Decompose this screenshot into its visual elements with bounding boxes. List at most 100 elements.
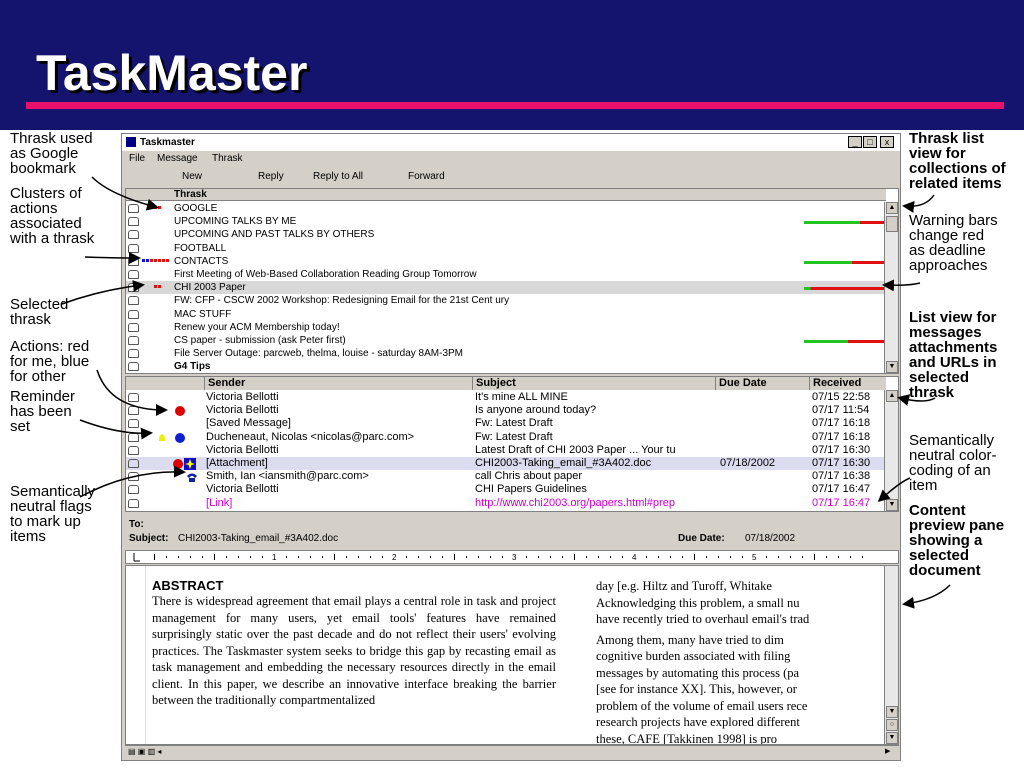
action-dot-icon: [150, 258, 153, 262]
thrask-row[interactable]: CHI 2003 Paper: [126, 281, 886, 295]
minimize-button[interactable]: _: [848, 136, 862, 148]
flag-phone-icon[interactable]: [186, 471, 198, 483]
received-cell: 07/17 16:18: [812, 430, 871, 443]
thrask-name: Renew your ACM Membership today!: [174, 321, 340, 333]
message-row[interactable]: [Attachment] CHI2003-Taking_email_#3A402.…: [126, 457, 886, 470]
sender-cell: [Saved Message]: [206, 417, 291, 430]
reminder-bell-icon[interactable]: [156, 432, 168, 444]
new-button[interactable]: New: [182, 171, 202, 182]
thrask-row[interactable]: Renew your ACM Membership today!: [126, 321, 886, 334]
thrask-list-pane: Thrask GOOGLE UPCOMING TALKS BY ME UPCOMIN…: [125, 188, 899, 374]
message-row[interactable]: Smith, Ian <iansmith@parc.com> call Chris…: [126, 470, 886, 483]
message-row[interactable]: Victoria Bellotti It's mine ALL MINE 07/15…: [126, 391, 886, 404]
document-preview[interactable]: ABSTRACT There is widespread agreement t…: [125, 565, 899, 745]
to-label: To:: [129, 519, 144, 530]
next-page-icon[interactable]: ▼: [886, 732, 898, 744]
due-date-cell: 07/18/2002: [720, 457, 776, 469]
subject-cell: Is anyone around today?: [475, 404, 597, 417]
annotation-list-view: Thrask list view for collections of rela…: [909, 130, 1006, 192]
col-received[interactable]: Received: [809, 377, 886, 390]
thrask-row[interactable]: CS paper - submission (ask Peter first): [126, 334, 886, 347]
action-dot-icon: [142, 258, 145, 262]
document-line: have recently tried to overhaul email's …: [596, 612, 810, 626]
scroll-thumb[interactable]: [886, 216, 898, 232]
maximize-button[interactable]: □: [863, 136, 877, 148]
message-row[interactable]: Victoria Bellotti CHI Papers Guidelines 07…: [126, 483, 886, 496]
forward-button[interactable]: Forward: [408, 171, 445, 182]
hscroll-right-icon[interactable]: ▶: [885, 747, 897, 758]
action-dot-icon: [166, 258, 169, 262]
reply-button[interactable]: Reply: [258, 171, 284, 182]
annotation-warning-bars: Warning bars change red as deadline appr…: [909, 212, 998, 274]
thrask-row[interactable]: GOOGLE: [126, 202, 886, 215]
arrow-preview: [902, 584, 951, 609]
envelope-icon: [128, 309, 139, 319]
menu-thrask[interactable]: Thrask: [212, 153, 243, 164]
col-subject[interactable]: Subject: [472, 377, 715, 390]
thrask-name: First Meeting of Web-Based Collaboration…: [174, 269, 477, 280]
menu-file[interactable]: File: [129, 153, 145, 164]
subject-cell: Fw: Latest Draft: [475, 430, 553, 443]
action-me-icon[interactable]: [174, 405, 186, 417]
thrask-row[interactable]: First Meeting of Web-Based Collaboration…: [126, 268, 886, 281]
thrask-name: File Server Outage: parcweb, thelma, lou…: [174, 348, 464, 360]
document-statusbar: ▤ ▣ ▥ ◂ ▶: [125, 745, 899, 759]
received-cell: 07/15 22:58: [812, 391, 871, 403]
annotation-thrask-bookmark: Thrask used as Google bookmark: [10, 130, 93, 177]
action-dot-icon: [154, 206, 157, 209]
envelope-icon: [128, 204, 139, 213]
annotation-reminder: Reminder has been set: [10, 388, 76, 435]
thrask-row[interactable]: UPCOMING TALKS BY ME: [126, 215, 886, 228]
flag-star-icon[interactable]: [184, 458, 196, 470]
message-scrollbar[interactable]: ▲ ▼: [884, 390, 898, 511]
subject-cell: call Chris about paper: [475, 470, 583, 483]
document-line: day [e.g. Hiltz and Turoff, Whitake: [596, 579, 772, 593]
document-scrollbar[interactable]: ▼ ○ ▼: [884, 566, 898, 744]
sender-cell: Victoria Bellotti: [206, 391, 279, 403]
scroll-up-icon[interactable]: ▲: [886, 202, 898, 214]
action-other-icon[interactable]: [174, 432, 186, 444]
message-row[interactable]: Ducheneaut, Nicolas <nicolas@parc.com> Fw…: [126, 431, 886, 444]
menu-message[interactable]: Message: [157, 153, 198, 164]
message-row[interactable]: [Saved Message] Fw: Latest Draft 07/17 16:…: [126, 417, 886, 430]
col-due-date[interactable]: Due Date: [715, 377, 809, 390]
scroll-down-icon[interactable]: ▼: [886, 499, 898, 511]
envelope-icon: [128, 283, 139, 293]
slide-title: TaskMaster: [36, 45, 308, 101]
message-row[interactable]: Victoria Bellotti Is anyone around today?…: [126, 404, 886, 417]
scroll-down-icon[interactable]: ▼: [886, 706, 898, 718]
sender-cell: Victoria Bellotti: [206, 483, 279, 496]
window-titlebar: Taskmaster _ □ x: [122, 134, 900, 151]
message-row[interactable]: Victoria Bellotti Latest Draft of CHI 200…: [126, 444, 886, 457]
message-list-pane: Sender Subject Due Date Received Victori…: [125, 376, 899, 512]
envelope-icon: [128, 498, 139, 508]
thrask-row[interactable]: CONTACTS: [126, 255, 886, 268]
sender-cell: [Attachment]: [206, 457, 268, 469]
col-sender[interactable]: Sender: [204, 377, 472, 390]
view-buttons[interactable]: ▤ ▣ ▥ ◂: [128, 747, 198, 758]
scroll-down-icon[interactable]: ▼: [886, 361, 898, 373]
sender-cell: [Link]: [206, 496, 233, 509]
prev-page-icon[interactable]: ○: [886, 719, 898, 731]
received-cell: 07/17 11:54: [812, 404, 870, 417]
annotation-actions: Actions: red for me, blue for other: [10, 338, 90, 385]
document-ruler[interactable]: 1 2 3 4 5: [125, 550, 899, 564]
due-date-label: Due Date:: [678, 533, 725, 544]
close-button[interactable]: x: [880, 136, 894, 148]
action-me-icon[interactable]: [172, 458, 184, 470]
received-cell: 07/17 16:38: [812, 470, 871, 483]
thrask-column-header[interactable]: Thrask: [174, 189, 207, 200]
svg-text:5: 5: [752, 553, 757, 562]
thrask-row[interactable]: FOOTBALL: [126, 242, 886, 255]
menu-bar: File Message Thrask: [122, 151, 900, 167]
thrask-scrollbar[interactable]: ▲ ▼: [884, 202, 898, 373]
message-row[interactable]: [Link] http://www.chi2003.org/papers.html…: [126, 497, 886, 510]
thrask-row[interactable]: UPCOMING AND PAST TALKS BY OTHERS: [126, 228, 886, 241]
thrask-row[interactable]: FW: CFP - CSCW 2002 Workshop: Redesignin…: [126, 294, 886, 307]
reply-all-button[interactable]: Reply to All: [313, 171, 363, 182]
document-line: Among them, many have tried to dim: [596, 632, 784, 647]
thrask-row[interactable]: MAC STUFF: [126, 308, 886, 321]
thrask-row[interactable]: File Server Outage: parcweb, thelma, lou…: [126, 347, 886, 360]
scroll-up-icon[interactable]: ▲: [886, 390, 898, 402]
thrask-row[interactable]: G4 Tips: [126, 360, 886, 373]
